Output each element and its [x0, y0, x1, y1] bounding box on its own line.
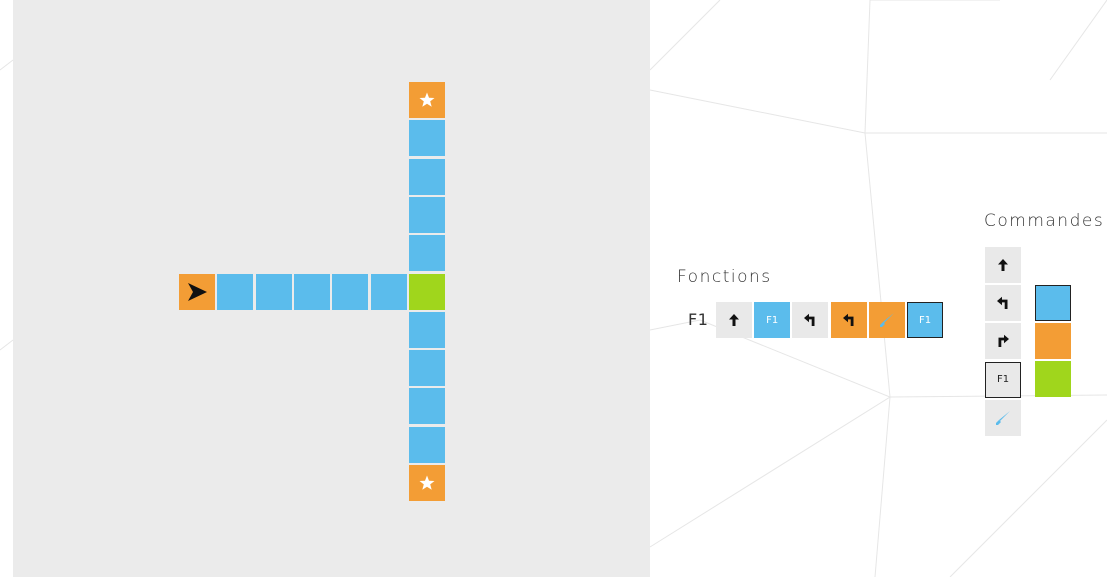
paint-command[interactable] [985, 399, 1021, 436]
board-cell [409, 197, 445, 233]
game-board [13, 0, 650, 577]
commands-title: Commandes [984, 211, 1105, 231]
board-cell [217, 274, 253, 310]
function-slot[interactable]: F1 [754, 302, 791, 338]
paint-brush-icon [878, 311, 896, 329]
star-icon [418, 91, 436, 109]
board-cell [409, 350, 445, 386]
board-cell [294, 274, 330, 310]
goal-cell [409, 465, 445, 501]
turn-left-icon [803, 313, 817, 327]
board-cell [409, 159, 445, 195]
robot-cell [179, 274, 215, 310]
turn-right-icon [996, 334, 1010, 348]
f1-command[interactable]: F1 [985, 361, 1021, 398]
color-green[interactable] [1035, 361, 1071, 398]
board-cell [409, 274, 445, 310]
command-label: F1 [996, 374, 1010, 386]
function-slot[interactable] [830, 302, 867, 338]
board-cell [409, 388, 445, 424]
function-slot[interactable] [716, 302, 752, 338]
functions-title: Fonctions [677, 267, 772, 287]
board-cell [256, 274, 292, 310]
board-cell [409, 312, 445, 348]
function-call-label: F1 [766, 314, 779, 326]
robot-arrow-icon [185, 280, 209, 304]
turn-left-icon [996, 296, 1010, 310]
board-cell [409, 427, 445, 463]
turn-left-icon [842, 313, 856, 327]
board-cell [409, 235, 445, 271]
function-row-name: F1 [688, 310, 709, 329]
board-cell [332, 274, 368, 310]
function-slot[interactable] [792, 302, 829, 338]
function-call-label: F1 [918, 314, 932, 326]
forward-arrow-icon [996, 258, 1010, 272]
function-slot[interactable]: F1 [907, 302, 943, 338]
goal-cell [409, 82, 445, 118]
forward-command[interactable] [985, 247, 1021, 283]
paint-brush-icon [994, 409, 1012, 427]
turn-right-command[interactable] [985, 323, 1021, 360]
board-cell [409, 120, 445, 156]
board-cell [371, 274, 407, 310]
function-slot[interactable] [868, 302, 905, 338]
forward-arrow-icon [727, 313, 741, 327]
star-icon [418, 474, 436, 492]
color-blue[interactable] [1035, 285, 1071, 321]
turn-left-command[interactable] [985, 285, 1021, 322]
color-orange[interactable] [1035, 323, 1071, 360]
